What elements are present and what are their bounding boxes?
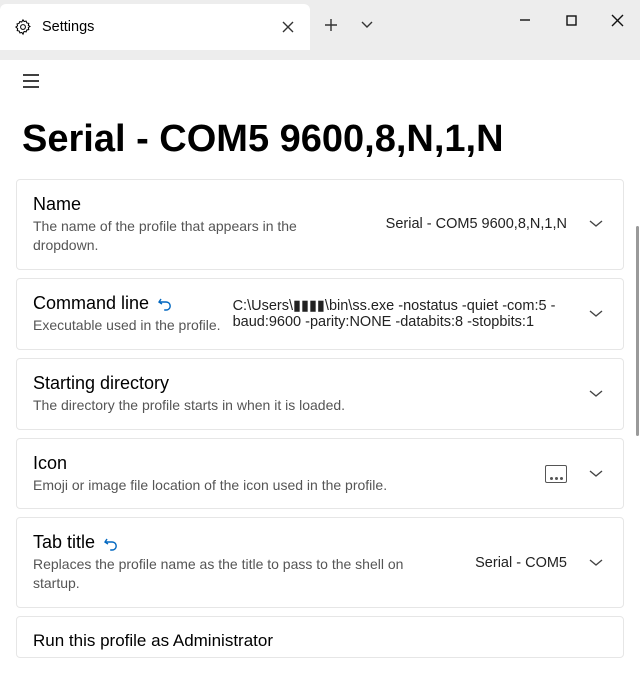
setting-desc: Emoji or image file location of the icon… <box>33 476 387 495</box>
setting-label: Starting directory <box>33 373 345 394</box>
setting-label: Command line <box>33 293 149 314</box>
scrollbar-thumb[interactable] <box>636 226 639 436</box>
profile-icon-preview <box>545 465 567 483</box>
gear-icon <box>14 18 32 36</box>
page-title: Serial - COM5 9600,8,N,1,N <box>0 102 640 179</box>
minimize-button[interactable] <box>502 0 548 40</box>
setting-name[interactable]: Name The name of the profile that appear… <box>16 179 624 270</box>
setting-tab-title[interactable]: Tab title Replaces the profile name as t… <box>16 517 624 608</box>
setting-desc: Replaces the profile name as the title t… <box>33 555 435 593</box>
setting-commandline[interactable]: Command line Executable used in the prof… <box>16 278 624 350</box>
tab-dropdown-button[interactable] <box>352 0 382 50</box>
content-area: Serial - COM5 9600,8,N,1,N Name The name… <box>0 60 640 676</box>
setting-starting-directory[interactable]: Starting directory The directory the pro… <box>16 358 624 430</box>
setting-icon[interactable]: Icon Emoji or image file location of the… <box>16 438 624 510</box>
setting-label: Name <box>33 194 349 215</box>
title-bar: Settings <box>0 0 640 50</box>
new-tab-button[interactable] <box>310 0 352 50</box>
tab-title: Settings <box>42 19 264 35</box>
hamburger-menu-button[interactable] <box>10 60 52 102</box>
setting-label: Tab title <box>33 532 95 553</box>
tab-settings[interactable]: Settings <box>0 4 310 50</box>
setting-value: C:\Users\▮▮▮▮\bin\ss.exe -nostatus -quie… <box>233 298 573 330</box>
setting-value: Serial - COM5 <box>447 555 573 571</box>
setting-label: Icon <box>33 453 387 474</box>
setting-desc: The name of the profile that appears in … <box>33 217 349 255</box>
chevron-down-icon <box>585 559 607 567</box>
chevron-down-icon <box>585 220 607 228</box>
close-tab-button[interactable] <box>274 13 302 41</box>
setting-desc: Executable used in the profile. <box>33 316 221 335</box>
setting-run-as-admin[interactable]: Run this profile as Administrator <box>16 616 624 658</box>
undo-icon[interactable] <box>103 535 119 551</box>
setting-label: Run this profile as Administrator <box>33 631 273 651</box>
chevron-down-icon <box>585 310 607 318</box>
settings-list: Name The name of the profile that appear… <box>0 179 640 675</box>
setting-value: Serial - COM5 9600,8,N,1,N <box>361 216 573 232</box>
chevron-down-icon <box>585 390 607 398</box>
close-window-button[interactable] <box>594 0 640 40</box>
setting-desc: The directory the profile starts in when… <box>33 396 345 415</box>
undo-icon[interactable] <box>157 295 173 311</box>
maximize-button[interactable] <box>548 0 594 40</box>
chevron-down-icon <box>585 470 607 478</box>
